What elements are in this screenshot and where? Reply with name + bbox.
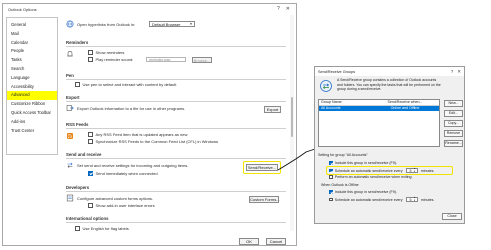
stepper-down-icon[interactable]: ▼ xyxy=(414,200,416,202)
table-row[interactable]: All Accounts Online and Offline xyxy=(319,105,439,111)
offline-schedule-option[interactable]: Schedule an automatic send/receive every… xyxy=(329,197,434,202)
offline-include-checkbox[interactable] xyxy=(329,190,333,194)
offline-minutes-unit: minutes. xyxy=(420,197,435,202)
edit-group-button[interactable]: Edit... xyxy=(444,110,463,117)
sr-help-button[interactable]: ? xyxy=(451,69,454,75)
group-when-cell: Online and Offline xyxy=(390,106,420,111)
sr-close-x-button[interactable]: ✕ xyxy=(457,69,461,75)
setting-for-label: Setting for group "All Accounts" xyxy=(318,153,368,157)
online-exiting-option[interactable]: Perform an automatic send/receive when e… xyxy=(329,175,413,179)
online-include-checkbox[interactable] xyxy=(329,161,333,165)
copy-group-button[interactable]: Copy... xyxy=(444,120,463,127)
highlight-box xyxy=(326,166,453,175)
close-dialog-button[interactable]: Close xyxy=(442,213,462,220)
sr-description: A Send/Receive group contains a collecti… xyxy=(337,78,441,92)
group-name-cell: All Accounts xyxy=(321,106,341,111)
offline-schedule-checkbox[interactable] xyxy=(329,197,333,202)
col-send-receive-when[interactable]: Send/Receive when... xyxy=(371,100,439,104)
new-group-button[interactable]: New... xyxy=(444,100,463,107)
rename-group-button[interactable]: Rename... xyxy=(444,140,463,147)
sr-titlebar: Send/Receive Groups ? ✕ xyxy=(315,67,464,76)
offline-include-label: Include this group in send/receive (F9). xyxy=(334,190,397,194)
remove-group-button[interactable]: Remove xyxy=(444,130,463,137)
offline-minutes-stepper[interactable]: 5 ▲ ▼ xyxy=(405,197,418,202)
online-exiting-checkbox[interactable] xyxy=(329,175,333,179)
online-include-label: Include this group in send/receive (F9). xyxy=(334,161,397,165)
online-exiting-label: Perform an automatic send/receive when e… xyxy=(334,175,413,179)
send-receive-groups-dialog: Send/Receive Groups ? ✕ A Send/Receive g… xyxy=(314,66,465,224)
offline-heading: When Outlook is Offline xyxy=(321,183,359,187)
offline-include-option[interactable]: Include this group in send/receive (F9). xyxy=(329,190,397,194)
send-receive-groups-icon xyxy=(320,80,332,92)
sr-title: Send/Receive Groups xyxy=(318,69,356,74)
online-include-option[interactable]: Include this group in send/receive (F9). xyxy=(329,161,397,165)
group-table: Group Name Send/Receive when... All Acco… xyxy=(318,99,440,147)
col-group-name[interactable]: Group Name xyxy=(319,100,371,104)
offline-schedule-label: Schedule an automatic send/receive every xyxy=(334,197,403,202)
